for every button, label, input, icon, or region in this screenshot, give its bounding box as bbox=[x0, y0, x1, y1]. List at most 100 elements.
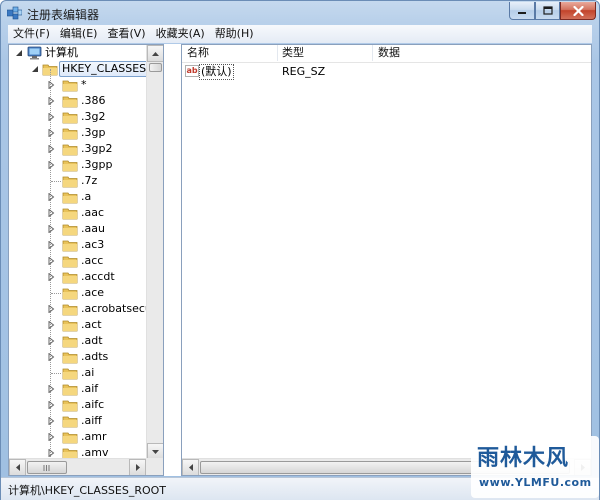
menu-edit[interactable]: 编辑(E) bbox=[55, 25, 103, 43]
expand-arrow-icon[interactable] bbox=[47, 305, 55, 313]
expand-arrow-icon[interactable] bbox=[47, 193, 55, 201]
tree-node[interactable]: * bbox=[9, 77, 148, 93]
scroll-up-button[interactable] bbox=[147, 45, 163, 62]
tree-node[interactable]: .accdt bbox=[9, 269, 148, 285]
regedit-app-icon bbox=[7, 6, 22, 20]
folder-icon bbox=[62, 192, 78, 204]
tree-node[interactable]: .386 bbox=[9, 93, 148, 109]
scroll-left-button[interactable] bbox=[9, 459, 26, 475]
tree-node-label: .386 bbox=[81, 94, 106, 107]
expand-arrow-icon[interactable] bbox=[47, 241, 55, 249]
pane-splitter[interactable] bbox=[164, 44, 181, 476]
expand-arrow-icon[interactable] bbox=[47, 113, 55, 121]
expand-arrow-icon[interactable] bbox=[47, 337, 55, 345]
folder-icon bbox=[62, 96, 78, 108]
collapse-arrow-icon[interactable] bbox=[15, 49, 23, 57]
expand-arrow-icon[interactable] bbox=[47, 385, 55, 393]
folder-icon bbox=[62, 400, 78, 412]
menu-file[interactable]: 文件(F) bbox=[8, 25, 55, 43]
tree-node[interactable]: .3gp bbox=[9, 125, 148, 141]
collapse-arrow-icon[interactable] bbox=[31, 65, 39, 73]
arrow-down-icon bbox=[152, 449, 159, 454]
expand-arrow-icon[interactable] bbox=[47, 401, 55, 409]
close-button[interactable] bbox=[560, 2, 596, 20]
tree-node[interactable]: .7z bbox=[9, 173, 148, 189]
expand-arrow-icon[interactable] bbox=[47, 97, 55, 105]
scroll-right-button[interactable] bbox=[129, 459, 146, 475]
tree-vertical-scrollbar[interactable] bbox=[146, 45, 163, 460]
folder-icon bbox=[62, 112, 78, 124]
tree-horizontal-scrollbar[interactable] bbox=[9, 458, 146, 475]
scroll-thumb[interactable] bbox=[27, 461, 67, 474]
expand-arrow-icon[interactable] bbox=[47, 273, 55, 281]
expand-arrow-icon[interactable] bbox=[47, 257, 55, 265]
tree-node[interactable]: .3gpp bbox=[9, 157, 148, 173]
tree-node[interactable]: .acrobatsecuritysettings bbox=[9, 301, 148, 317]
tree-node[interactable]: .ac3 bbox=[9, 237, 148, 253]
value-name: (默认) bbox=[199, 64, 234, 80]
expand-arrow-icon[interactable] bbox=[47, 81, 55, 89]
tree-node[interactable]: .aau bbox=[9, 221, 148, 237]
column-header-data[interactable]: 数据 bbox=[378, 46, 400, 60]
column-divider[interactable] bbox=[277, 45, 278, 61]
column-header-type[interactable]: 类型 bbox=[282, 46, 304, 60]
expand-arrow-icon[interactable] bbox=[47, 433, 55, 441]
folder-icon bbox=[62, 208, 78, 220]
key-tree[interactable]: 计算机 HKEY_CLASSES_ROOT * .386 .3g2 .3gp .3gp2… bbox=[9, 45, 148, 460]
tree-node[interactable]: .aac bbox=[9, 205, 148, 221]
expand-arrow-icon[interactable] bbox=[47, 449, 55, 457]
tree-node-label: .ace bbox=[81, 286, 105, 299]
minimize-button[interactable] bbox=[509, 2, 535, 20]
list-header: 名称 类型 数据 bbox=[182, 45, 591, 63]
menu-favorites[interactable]: 收藏夹(A) bbox=[151, 25, 210, 43]
scroll-corner bbox=[146, 458, 163, 475]
expand-arrow-icon[interactable] bbox=[47, 353, 55, 361]
arrow-right-icon bbox=[135, 464, 140, 471]
scroll-thumb[interactable] bbox=[149, 63, 162, 72]
tree-node[interactable]: .adts bbox=[9, 349, 148, 365]
folder-icon bbox=[62, 272, 78, 284]
expand-arrow-icon[interactable] bbox=[47, 129, 55, 137]
folder-icon bbox=[62, 368, 78, 380]
tree-node[interactable]: .3g2 bbox=[9, 109, 148, 125]
tree-node-label: .3gp bbox=[81, 126, 106, 139]
watermark-title: 雨林木风 bbox=[477, 446, 570, 471]
tree-node[interactable]: .adt bbox=[9, 333, 148, 349]
tree-node[interactable]: .aif bbox=[9, 381, 148, 397]
tree-node-hkey-classes-root[interactable]: HKEY_CLASSES_ROOT bbox=[9, 61, 148, 77]
tree-node[interactable]: .aiff bbox=[9, 413, 148, 429]
column-divider[interactable] bbox=[372, 45, 373, 61]
expand-arrow-icon[interactable] bbox=[47, 145, 55, 153]
maximize-button[interactable] bbox=[535, 2, 560, 20]
tree-node-label: .ai bbox=[81, 366, 95, 379]
folder-icon bbox=[62, 352, 78, 364]
expand-arrow-icon[interactable] bbox=[47, 225, 55, 233]
value-type: REG_SZ bbox=[282, 65, 326, 78]
tree-node[interactable]: .acc bbox=[9, 253, 148, 269]
tree-node-label: .amr bbox=[81, 430, 107, 443]
folder-icon bbox=[62, 336, 78, 348]
table-row[interactable]: ab (默认) REG_SZ bbox=[182, 63, 591, 80]
tree-node[interactable]: .act bbox=[9, 317, 148, 333]
menu-help[interactable]: 帮助(H) bbox=[210, 25, 259, 43]
folder-icon bbox=[62, 80, 78, 92]
expand-arrow-icon[interactable] bbox=[47, 417, 55, 425]
scroll-left-button[interactable] bbox=[182, 459, 199, 475]
tree-node[interactable]: .ai bbox=[9, 365, 148, 381]
title-bar[interactable]: 注册表编辑器 bbox=[1, 1, 599, 25]
tree-node[interactable]: .amr bbox=[9, 429, 148, 445]
expand-arrow-icon[interactable] bbox=[47, 161, 55, 169]
grip-icon bbox=[43, 465, 50, 471]
expand-arrow-icon[interactable] bbox=[47, 209, 55, 217]
tree-branch-line bbox=[51, 181, 61, 182]
value-list-pane[interactable]: 名称 类型 数据 ab (默认) REG_SZ bbox=[181, 44, 592, 476]
expand-arrow-icon[interactable] bbox=[47, 321, 55, 329]
tree-node[interactable]: .a bbox=[9, 189, 148, 205]
tree-node-computer[interactable]: 计算机 bbox=[9, 45, 148, 61]
column-header-name[interactable]: 名称 bbox=[187, 46, 209, 60]
key-tree-pane[interactable]: 计算机 HKEY_CLASSES_ROOT * .386 .3g2 .3gp .3gp2… bbox=[8, 44, 164, 476]
tree-node[interactable]: .ace bbox=[9, 285, 148, 301]
tree-node[interactable]: .3gp2 bbox=[9, 141, 148, 157]
tree-node[interactable]: .aifc bbox=[9, 397, 148, 413]
menu-view[interactable]: 查看(V) bbox=[102, 25, 150, 43]
